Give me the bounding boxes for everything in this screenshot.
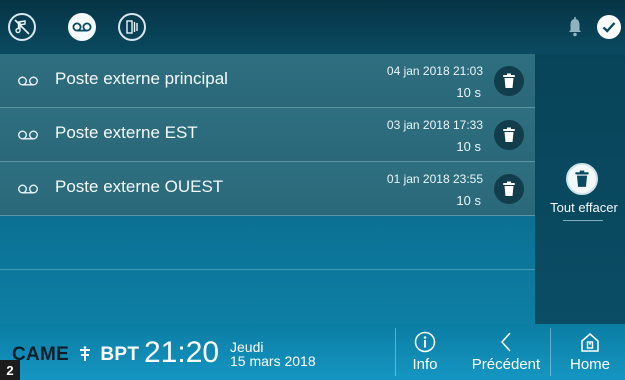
bpt-logo-icon [79, 346, 90, 361]
clock-time: 21:20 [144, 336, 220, 369]
delete-button[interactable] [494, 120, 524, 150]
chevron-left-icon [494, 330, 518, 354]
message-duration: 10 s [456, 85, 481, 100]
clear-all-label[interactable]: Tout effacer [543, 200, 625, 215]
message-date: 03 jan 2018 17:33 [386, 118, 483, 132]
brand-logo: CAME BPT [12, 344, 140, 365]
bell-icon [567, 16, 583, 38]
home-icon [578, 330, 602, 354]
trash-icon [503, 181, 515, 196]
divider [395, 328, 396, 376]
intercom-screen: Poste externe principal 04 jan 2018 21:0… [0, 0, 625, 380]
clear-all-button[interactable] [566, 163, 598, 195]
mute-note-icon[interactable] [8, 13, 36, 41]
divider [550, 328, 551, 376]
delete-button[interactable] [494, 174, 524, 204]
message-duration: 10 s [456, 139, 481, 154]
trash-icon [503, 73, 515, 88]
trash-icon [503, 127, 515, 142]
voicemail-icon [18, 184, 38, 194]
voicemail-icon [18, 130, 38, 140]
door-open-icon[interactable] [118, 13, 146, 41]
message-date: 01 jan 2018 23:55 [386, 172, 483, 186]
info-label: Info [412, 356, 438, 373]
message-duration: 10 s [456, 193, 481, 208]
message-caller: Poste externe OUEST [55, 177, 224, 196]
list-item[interactable]: Poste externe principal 04 jan 2018 21:0… [0, 54, 535, 108]
check-icon[interactable] [597, 15, 621, 39]
voicemail-icon[interactable] [68, 13, 96, 41]
figure-number: 2 [0, 360, 20, 380]
empty-row [0, 216, 535, 270]
message-caller: Poste externe EST [55, 123, 198, 142]
voicemail-icon [18, 76, 38, 86]
divider [563, 220, 603, 221]
message-list: Poste externe principal 04 jan 2018 21:0… [0, 54, 535, 324]
list-item[interactable]: Poste externe OUEST 01 jan 2018 23:55 10… [0, 162, 535, 216]
previous-label: Précédent [471, 356, 541, 373]
clock-date: 15 mars 2018 [230, 353, 316, 369]
message-date: 04 jan 2018 21:03 [386, 64, 483, 78]
trash-icon [575, 170, 589, 187]
delete-button[interactable] [494, 66, 524, 96]
home-button[interactable]: Home [560, 326, 620, 378]
empty-row [0, 270, 535, 324]
previous-button[interactable]: Précédent [466, 326, 546, 378]
info-button[interactable]: Info [400, 326, 450, 378]
list-item[interactable]: Poste externe EST 03 jan 2018 17:33 10 s [0, 108, 535, 162]
home-label: Home [569, 356, 610, 373]
info-icon [413, 330, 437, 354]
top-bar [0, 0, 625, 54]
message-caller: Poste externe principal [55, 69, 228, 88]
